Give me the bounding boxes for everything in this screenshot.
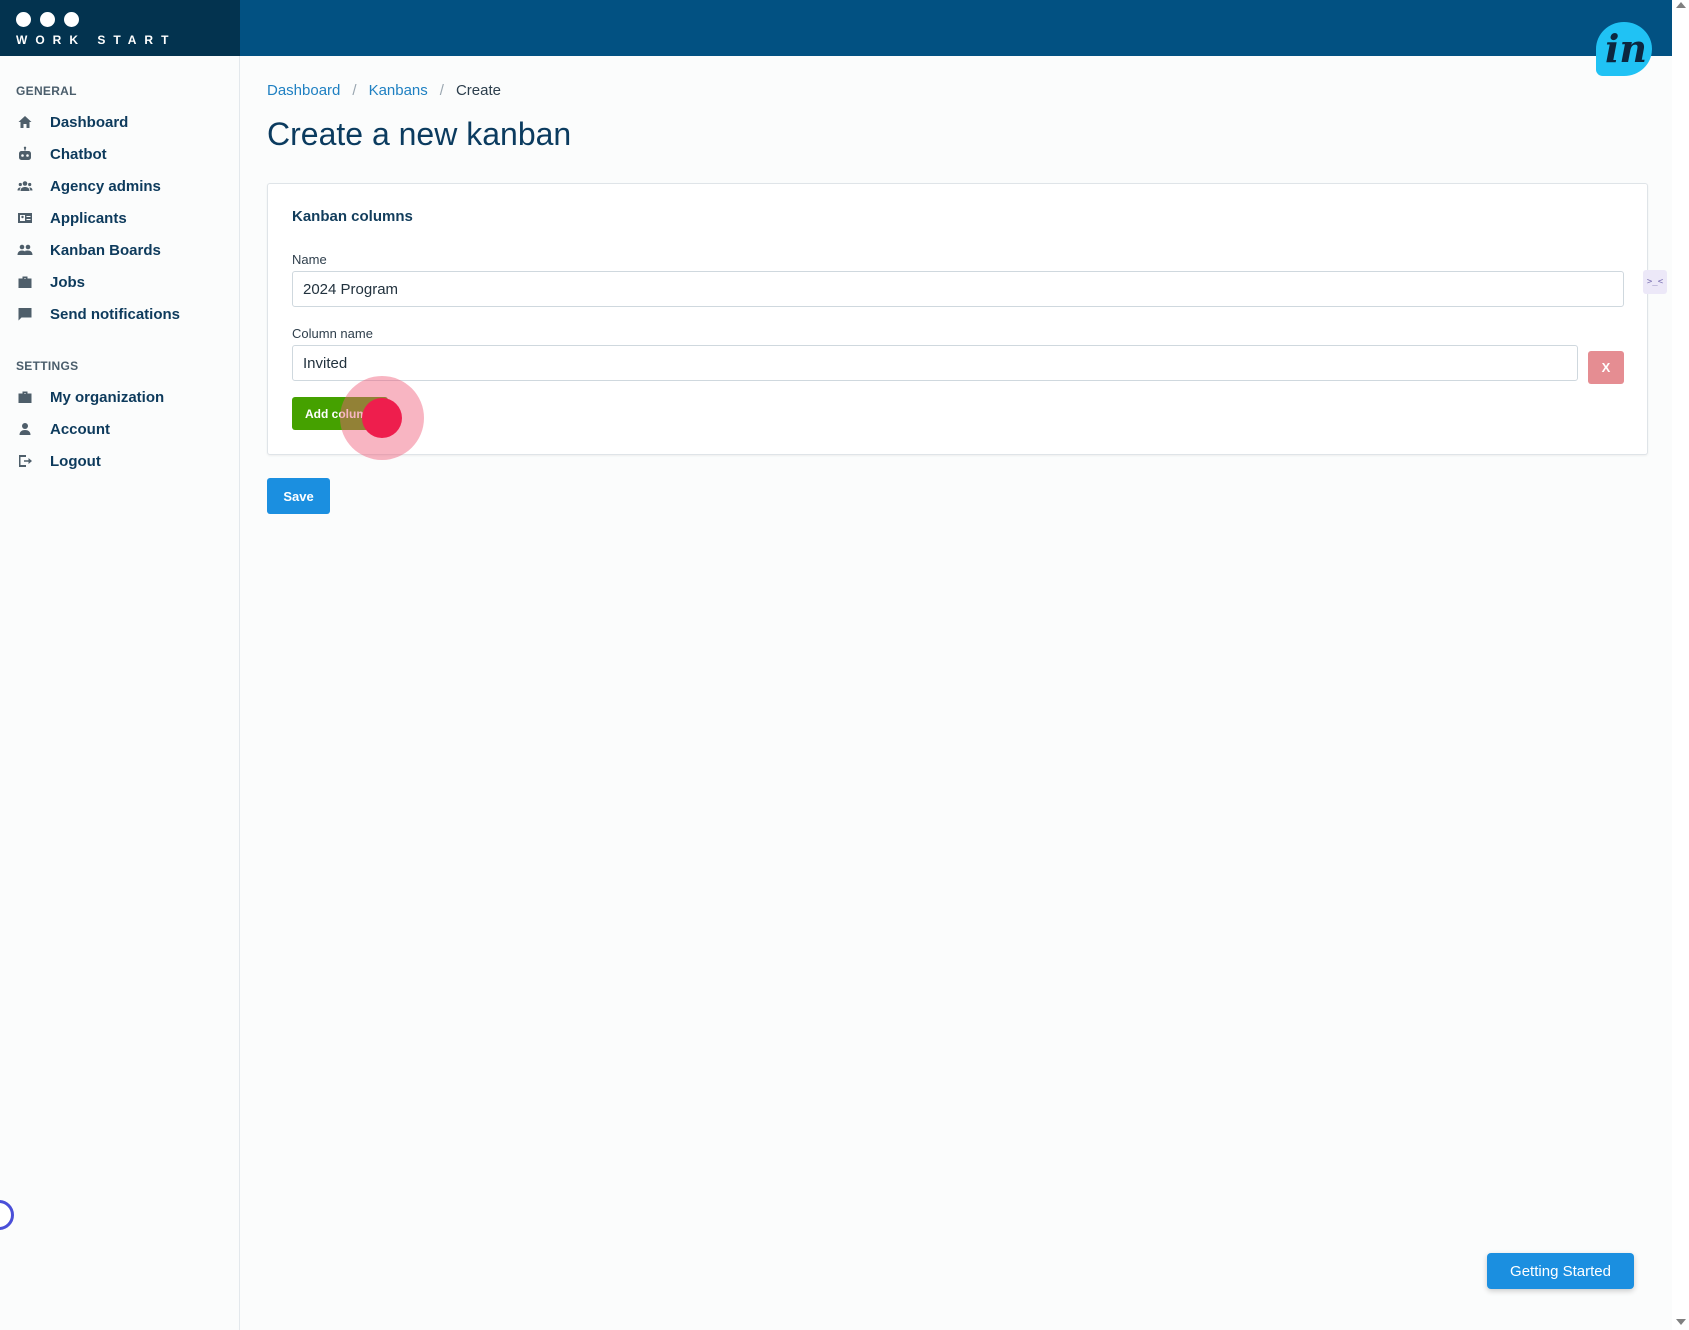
- user-icon: [16, 420, 34, 438]
- sidebar-section-settings: SETTINGS: [16, 359, 79, 373]
- breadcrumb: Dashboard / Kanbans / Create: [267, 82, 501, 99]
- sidebar-item-chatbot[interactable]: Chatbot: [16, 141, 231, 167]
- sidebar-section-general: GENERAL: [16, 84, 77, 98]
- users-icon: [16, 177, 34, 195]
- top-bar: [0, 0, 1672, 56]
- sidebar-item-logout[interactable]: Logout: [16, 448, 231, 474]
- save-button[interactable]: Save: [267, 478, 330, 514]
- logout-icon: [16, 452, 34, 470]
- sidebar: GENERAL Dashboard Chatbot Agency admins …: [0, 56, 240, 1330]
- invision-badge-icon[interactable]: in: [1596, 22, 1652, 78]
- sidebar-item-kanban-boards[interactable]: Kanban Boards: [16, 237, 231, 263]
- sidebar-item-label: My organization: [50, 388, 165, 406]
- getting-started-button[interactable]: Getting Started: [1487, 1253, 1634, 1289]
- page-scrollbar[interactable]: [1672, 0, 1689, 1330]
- sidebar-item-label: Send notifications: [50, 305, 181, 323]
- id-card-icon: [16, 209, 34, 227]
- kanban-columns-card: Kanban columns Name Column name X Add co…: [267, 183, 1648, 455]
- robot-icon: [16, 145, 34, 163]
- column-name-input[interactable]: [292, 345, 1578, 381]
- breadcrumb-separator: /: [352, 82, 357, 99]
- sidebar-item-label: Logout: [50, 452, 101, 470]
- sidebar-item-agency-admins[interactable]: Agency admins: [16, 173, 231, 199]
- sidebar-item-label: Chatbot: [50, 145, 107, 163]
- remove-column-button[interactable]: X: [1588, 351, 1624, 384]
- page-title: Create a new kanban: [267, 116, 572, 152]
- scroll-down-icon[interactable]: [1676, 1319, 1686, 1325]
- sidebar-item-label: Jobs: [50, 273, 86, 291]
- card-title: Kanban columns: [292, 208, 413, 225]
- side-widget-icon[interactable]: >_<: [1643, 270, 1667, 294]
- scroll-up-icon[interactable]: [1676, 2, 1686, 8]
- sidebar-item-applicants[interactable]: Applicants: [16, 205, 231, 231]
- brand-dots-icon: [16, 12, 79, 27]
- briefcase-icon: [16, 388, 34, 406]
- breadcrumb-current: Create: [455, 82, 501, 99]
- app-root: WORK START in GENERAL Dashboard Chatbot …: [0, 0, 1689, 1330]
- name-label: Name: [292, 252, 327, 267]
- sidebar-item-account[interactable]: Account: [16, 416, 231, 442]
- sidebar-item-jobs[interactable]: Jobs: [16, 269, 231, 295]
- breadcrumb-kanbans-link[interactable]: Kanbans: [369, 82, 428, 99]
- click-indicator-dot: [362, 398, 402, 438]
- sidebar-item-label: Account: [50, 420, 110, 438]
- users-icon: [16, 241, 34, 259]
- name-input[interactable]: [292, 271, 1624, 307]
- home-icon: [16, 113, 34, 131]
- breadcrumb-separator: /: [439, 82, 444, 99]
- sidebar-item-label: Agency admins: [50, 177, 161, 195]
- sidebar-item-label: Applicants: [50, 209, 127, 227]
- brand-wordmark: WORK START: [16, 33, 177, 47]
- sidebar-item-my-organization[interactable]: My organization: [16, 384, 231, 410]
- sidebar-item-dashboard[interactable]: Dashboard: [16, 109, 231, 135]
- invision-badge-text: in: [1605, 26, 1648, 71]
- sidebar-item-label: Kanban Boards: [50, 241, 161, 259]
- briefcase-icon: [16, 273, 34, 291]
- breadcrumb-dashboard-link[interactable]: Dashboard: [267, 82, 340, 99]
- column-name-label: Column name: [292, 326, 373, 341]
- brand-logo[interactable]: WORK START: [0, 0, 240, 56]
- sidebar-item-label: Dashboard: [50, 113, 129, 131]
- message-icon: [16, 305, 34, 323]
- sidebar-item-send-notifications[interactable]: Send notifications: [16, 301, 231, 327]
